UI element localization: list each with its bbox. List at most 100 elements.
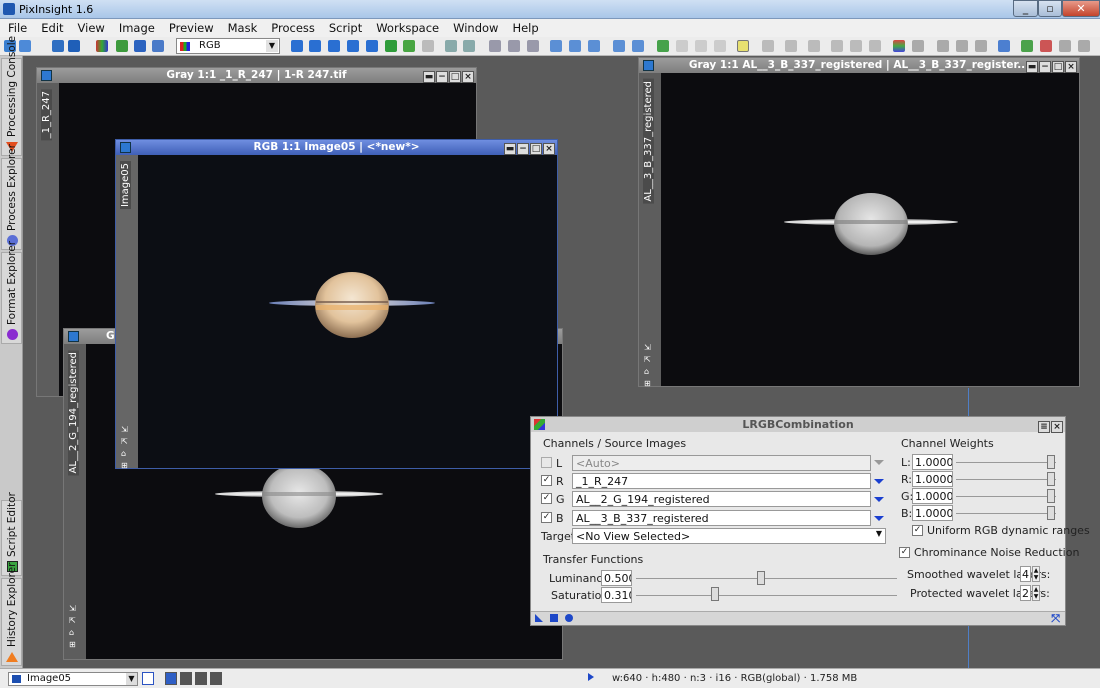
chevron-down-icon[interactable]: ▼ xyxy=(876,529,882,538)
menu-script[interactable]: Script xyxy=(321,19,368,35)
lock-icon[interactable]: ⌂ xyxy=(69,628,78,637)
image-icon[interactable] xyxy=(68,40,80,52)
tile-icon[interactable] xyxy=(831,40,843,52)
mask-enable-icon[interactable] xyxy=(714,40,726,52)
saturation-slider-handle[interactable] xyxy=(711,587,719,601)
expand-icon[interactable]: ⊞ xyxy=(69,640,78,649)
display-gray-1-icon[interactable] xyxy=(180,672,192,685)
target-select[interactable]: <No View Selected> ▼ xyxy=(572,528,886,544)
minimize-window-button[interactable]: _ xyxy=(1013,0,1038,17)
pointer-icon[interactable] xyxy=(422,40,434,52)
shade-button[interactable]: ▬ xyxy=(1026,61,1038,73)
stf-icon[interactable] xyxy=(613,40,625,52)
preview-new-icon[interactable] xyxy=(588,40,600,52)
weight-b-slider-track[interactable] xyxy=(956,513,1056,514)
chevron-down-icon[interactable] xyxy=(874,479,884,484)
channel-l-source[interactable]: <Auto> xyxy=(572,455,871,471)
link-icon[interactable]: ⇱ xyxy=(121,437,130,446)
luminance-slider-handle[interactable] xyxy=(757,571,765,585)
minimize-button[interactable]: − xyxy=(517,143,529,155)
open-file-icon[interactable] xyxy=(19,40,31,52)
saturation-slider-track[interactable] xyxy=(636,595,897,596)
cascade-icon[interactable] xyxy=(850,40,862,52)
close-window-button[interactable]: ✕ xyxy=(1062,0,1100,17)
highlight-icon[interactable] xyxy=(737,40,749,52)
channel-r-checkbox[interactable]: ✓ xyxy=(541,475,552,486)
chroma-noise-checkbox[interactable]: ✓ xyxy=(899,547,910,558)
menu-mask[interactable]: Mask xyxy=(220,19,264,35)
luminance-input[interactable]: 0.500 xyxy=(601,570,632,586)
weight-l-input[interactable]: 1.00000 xyxy=(912,454,953,470)
tab-process-explorer[interactable]: Process Explorer xyxy=(1,144,22,250)
weight-b-slider-handle[interactable] xyxy=(1047,506,1055,520)
green-doc-icon[interactable] xyxy=(403,40,415,52)
chevron-down-icon[interactable]: ▼ xyxy=(266,40,278,52)
display-rgb-icon[interactable] xyxy=(165,672,177,685)
display-gray-2-icon[interactable] xyxy=(195,672,207,685)
history-icon[interactable] xyxy=(808,40,820,52)
lock-icon[interactable]: ⌂ xyxy=(644,367,653,376)
weight-r-slider-handle[interactable] xyxy=(1047,472,1055,486)
lock-icon[interactable]: ⌂ xyxy=(121,449,130,458)
zoom-in-icon[interactable] xyxy=(445,40,457,52)
lrgb-title-bar[interactable]: LRGBCombination ≡ × xyxy=(531,417,1065,433)
saturation-input[interactable]: 0.310 xyxy=(601,587,632,603)
protected-layers-input[interactable]: 2 xyxy=(1020,585,1031,601)
close-button[interactable]: × xyxy=(1051,421,1063,433)
menu-preview[interactable]: Preview xyxy=(161,19,220,35)
menu-help[interactable]: Help xyxy=(504,19,544,35)
workspace-4-icon[interactable] xyxy=(1078,40,1090,52)
maximize-button[interactable]: □ xyxy=(1052,61,1064,73)
tab-processing-console[interactable]: Processing Console xyxy=(1,36,22,156)
link-icon[interactable]: ⇱ xyxy=(69,616,78,625)
menu-workspace[interactable]: Workspace xyxy=(368,19,445,35)
workspace-2-icon[interactable] xyxy=(1040,40,1052,52)
tab-format-explorer[interactable]: Format Explorer xyxy=(1,241,22,344)
uniform-rgb-checkbox[interactable]: ✓ xyxy=(912,525,923,536)
shade-button[interactable]: ▬ xyxy=(423,71,435,83)
menu-edit[interactable]: Edit xyxy=(33,19,69,35)
preview-edit-icon[interactable] xyxy=(569,40,581,52)
minimize-button[interactable]: − xyxy=(1039,61,1051,73)
view-options-icon[interactable] xyxy=(142,672,154,685)
chevron-down-icon[interactable]: ▼ xyxy=(126,673,137,685)
fit-view-icon[interactable] xyxy=(347,40,359,52)
arrange-icon[interactable] xyxy=(869,40,881,52)
pin-icon[interactable]: ⇲ xyxy=(644,343,653,352)
weight-l-slider-handle[interactable] xyxy=(1047,455,1055,469)
pin-icon[interactable]: ⇲ xyxy=(121,425,130,434)
channel-b-checkbox[interactable]: ✓ xyxy=(541,512,552,523)
new-instance-icon[interactable] xyxy=(535,614,543,622)
menu-window[interactable]: Window xyxy=(445,19,504,35)
mask-invert-icon[interactable] xyxy=(695,40,707,52)
display-gray-3-icon[interactable] xyxy=(210,672,222,685)
display-icon[interactable] xyxy=(998,40,1010,52)
expand-icon[interactable]: ⊞ xyxy=(644,379,653,388)
chevron-down-icon[interactable] xyxy=(874,497,884,502)
weight-g-slider-handle[interactable] xyxy=(1047,489,1055,503)
apply-icon[interactable] xyxy=(565,614,573,622)
workspace-3-icon[interactable] xyxy=(1059,40,1071,52)
smoothed-layers-spinner[interactable]: ▲ ▼ xyxy=(1032,566,1040,582)
channel-l-checkbox[interactable] xyxy=(541,457,552,468)
settings-icon[interactable] xyxy=(912,40,924,52)
redo-icon[interactable] xyxy=(785,40,797,52)
color-mode-select[interactable]: RGB ▼ xyxy=(176,38,280,54)
channel-green-icon[interactable] xyxy=(116,40,128,52)
channel-g-checkbox[interactable]: ✓ xyxy=(541,493,552,504)
mask-icon[interactable] xyxy=(657,40,669,52)
chevron-down-icon[interactable] xyxy=(874,516,884,521)
chevron-down-icon[interactable] xyxy=(874,460,884,465)
zoom-in-fit-icon[interactable] xyxy=(309,40,321,52)
zoom-fit-icon[interactable] xyxy=(52,40,64,52)
close-button[interactable]: × xyxy=(543,143,555,155)
channel-alpha-icon[interactable] xyxy=(152,40,164,52)
zoom-tool-icon[interactable] xyxy=(508,40,520,52)
apply-global-icon[interactable] xyxy=(550,614,558,622)
close-button[interactable]: × xyxy=(1065,61,1077,73)
view-selector[interactable]: Image05 ▼ xyxy=(8,672,138,686)
menu-process[interactable]: Process xyxy=(263,19,321,35)
channel-b-source[interactable]: AL__3_B_337_registered xyxy=(572,510,871,526)
reset-icon[interactable]: ⤧ xyxy=(1051,612,1060,626)
play-icon[interactable] xyxy=(588,673,594,681)
